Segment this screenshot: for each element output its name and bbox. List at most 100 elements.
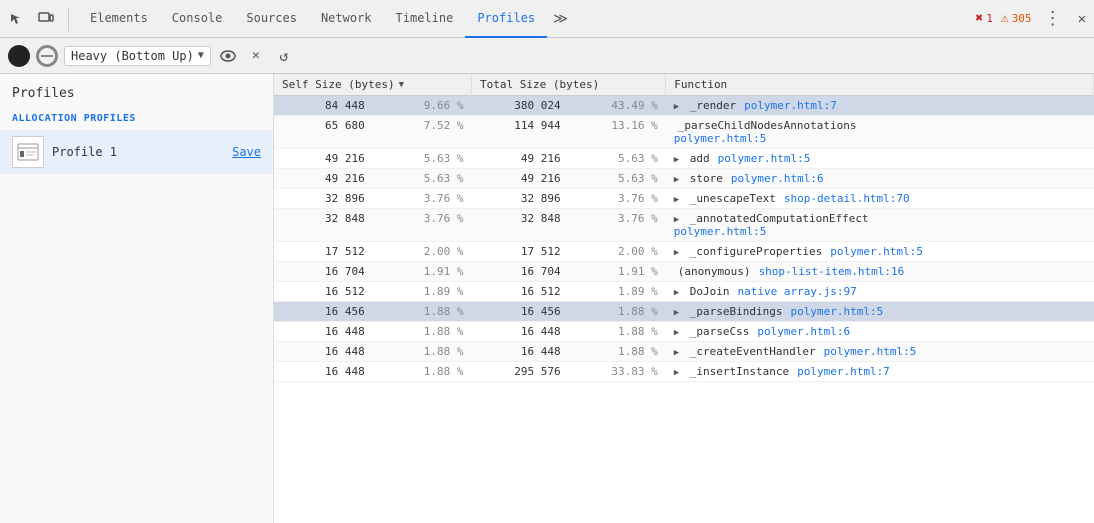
top-tab-bar: Elements Console Sources Network Timelin…: [0, 0, 1094, 38]
file-link[interactable]: polymer.html:7: [797, 365, 890, 378]
total-size-cell: 49 216: [471, 149, 568, 169]
expand-arrow-icon[interactable]: ▶: [674, 368, 679, 378]
devtools-icons: [4, 7, 69, 31]
func-name: _configureProperties: [690, 245, 822, 258]
total-size-cell: 16 448: [471, 342, 568, 362]
table-body: 84 448 9.66 % 380 024 43.49 % ▶ _renderp…: [274, 96, 1094, 382]
self-size-cell: 16 704: [274, 262, 373, 282]
more-tabs-button[interactable]: ≫: [547, 0, 574, 38]
total-size-cell: 380 024: [471, 96, 568, 116]
file-link[interactable]: shop-list-item.html:16: [759, 265, 905, 278]
file-link[interactable]: polymer.html:5: [674, 132, 767, 145]
total-pct-cell: 1.88 %: [569, 342, 666, 362]
expand-arrow-icon[interactable]: ▶: [674, 155, 679, 165]
record-button[interactable]: [8, 45, 30, 67]
clear-button[interactable]: [36, 45, 58, 67]
table-row: 16 448 1.88 % 295 576 33.83 % ▶ _insertI…: [274, 362, 1094, 382]
func-cell: ▶ _insertInstance polymer.html:7: [666, 362, 1094, 382]
profiles-toolbar: Heavy (Bottom Up) ▼ ✕ ↺: [0, 38, 1094, 74]
total-pct-cell: 5.63 %: [569, 169, 666, 189]
warn-badge[interactable]: ⚠ 305: [1001, 11, 1032, 26]
file-link[interactable]: polymer.html:6: [731, 172, 824, 185]
file-link[interactable]: polymer.html:7: [744, 99, 837, 112]
expand-arrow-icon[interactable]: ▶: [674, 175, 679, 185]
func-name: _insertInstance: [690, 365, 789, 378]
self-size-cell: 32 896: [274, 189, 373, 209]
expand-arrow-icon[interactable]: ▶: [674, 195, 679, 205]
clear-x-icon[interactable]: ✕: [245, 45, 267, 67]
func-cell: ▶ _unescapeText shop-detail.html:70: [666, 189, 1094, 209]
profile-name: Profile 1: [52, 145, 224, 159]
refresh-label: ↺: [279, 47, 288, 65]
total-size-cell: 17 512: [471, 242, 568, 262]
tab-elements[interactable]: Elements: [78, 0, 160, 38]
tab-sources[interactable]: Sources: [234, 0, 309, 38]
self-size-cell: 32 848: [274, 209, 373, 242]
total-size-cell: 16 456: [471, 302, 568, 322]
data-table: Self Size (bytes) ▼ Total Size (bytes) F…: [274, 74, 1094, 382]
total-size-cell: 114 944: [471, 116, 568, 149]
func-cell: ▶ storepolymer.html:6: [666, 169, 1094, 189]
self-pct-cell: 2.00 %: [373, 242, 472, 262]
content-area: Self Size (bytes) ▼ Total Size (bytes) F…: [274, 74, 1094, 523]
total-size-cell: 16 448: [471, 322, 568, 342]
self-size-cell: 16 448: [274, 342, 373, 362]
self-pct-cell: 1.89 %: [373, 282, 472, 302]
func-name: (anonymous): [678, 265, 751, 278]
col-self-size[interactable]: Self Size (bytes) ▼: [274, 74, 471, 96]
self-pct-cell: 5.63 %: [373, 149, 472, 169]
sort-arrow-icon: ▼: [399, 80, 404, 90]
self-pct-cell: 7.52 %: [373, 116, 472, 149]
table-row: 65 680 7.52 % 114 944 13.16 % _parseChil…: [274, 116, 1094, 149]
eye-icon[interactable]: [217, 45, 239, 67]
close-button[interactable]: ✕: [1074, 11, 1090, 27]
total-size-cell: 32 896: [471, 189, 568, 209]
expand-arrow-icon[interactable]: ▶: [674, 248, 679, 258]
device-icon[interactable]: [34, 7, 58, 31]
file-link[interactable]: polymer.html:6: [757, 325, 850, 338]
col-function: Function: [666, 74, 1094, 96]
menu-button[interactable]: ⋮: [1040, 8, 1066, 29]
file-link[interactable]: polymer.html:5: [824, 345, 917, 358]
func-name: _render: [690, 99, 736, 112]
save-link[interactable]: Save: [232, 145, 261, 159]
view-mode-dropdown[interactable]: Heavy (Bottom Up) ▼: [64, 46, 211, 66]
self-size-cell: 49 216: [274, 169, 373, 189]
expand-arrow-icon[interactable]: ▶: [674, 348, 679, 358]
profile-item[interactable]: Profile 1 Save: [0, 130, 273, 174]
self-size-cell: 65 680: [274, 116, 373, 149]
self-pct-cell: 1.88 %: [373, 362, 472, 382]
func-cell: ▶ add polymer.html:5: [666, 149, 1094, 169]
tab-console[interactable]: Console: [160, 0, 235, 38]
error-badge[interactable]: ✖ 1: [975, 11, 992, 26]
x-label: ✕: [252, 48, 260, 63]
profile-icon: [12, 136, 44, 168]
tab-network[interactable]: Network: [309, 0, 384, 38]
self-pct-cell: 1.91 %: [373, 262, 472, 282]
file-link[interactable]: shop-detail.html:70: [784, 192, 910, 205]
expand-arrow-icon[interactable]: ▶: [674, 288, 679, 298]
tab-profiles[interactable]: Profiles: [465, 0, 547, 38]
dropdown-label: Heavy (Bottom Up): [71, 49, 194, 63]
cursor-icon[interactable]: [4, 7, 28, 31]
file-link[interactable]: polymer.html:5: [674, 225, 767, 238]
file-link[interactable]: polymer.html:5: [830, 245, 923, 258]
file-link[interactable]: native array.js:97: [738, 285, 857, 298]
func-name: add: [690, 152, 710, 165]
table-row: 49 216 5.63 % 49 216 5.63 % ▶ storepolym…: [274, 169, 1094, 189]
col-total-size[interactable]: Total Size (bytes): [471, 74, 665, 96]
func-cell: ▶ DoJoinnative array.js:97: [666, 282, 1094, 302]
expand-arrow-icon[interactable]: ▶: [674, 308, 679, 318]
tab-timeline[interactable]: Timeline: [384, 0, 466, 38]
dropdown-arrow-icon: ▼: [198, 50, 204, 61]
expand-arrow-icon[interactable]: ▶: [674, 328, 679, 338]
refresh-icon[interactable]: ↺: [273, 45, 295, 67]
table-row: 84 448 9.66 % 380 024 43.49 % ▶ _renderp…: [274, 96, 1094, 116]
func-name: _unescapeText: [690, 192, 776, 205]
table-row: 17 512 2.00 % 17 512 2.00 % ▶ _configure…: [274, 242, 1094, 262]
expand-arrow-icon[interactable]: ▶: [674, 215, 679, 225]
file-link[interactable]: polymer.html:5: [790, 305, 883, 318]
expand-arrow-icon[interactable]: ▶: [674, 102, 679, 112]
table-row: 16 448 1.88 % 16 448 1.88 % ▶ _createEve…: [274, 342, 1094, 362]
file-link[interactable]: polymer.html:5: [718, 152, 811, 165]
